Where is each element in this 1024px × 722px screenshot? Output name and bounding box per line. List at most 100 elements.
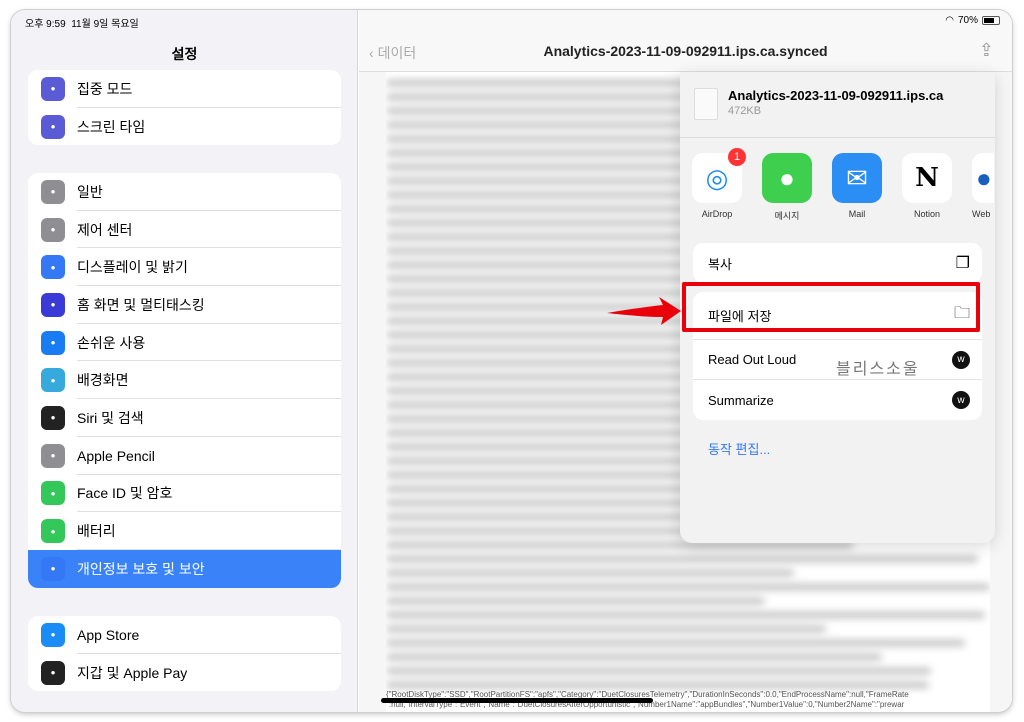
- pencil-icon: •: [41, 443, 65, 468]
- sidebar-item-label: Siri 및 검색: [77, 409, 144, 426]
- sidebar-item[interactable]: • Apple Pencil: [28, 437, 341, 475]
- status-indicators: ◠ 70%: [945, 15, 1000, 26]
- battery-icon: •: [41, 519, 65, 544]
- app-icon: w: [952, 391, 970, 409]
- app-label: Web: [972, 209, 991, 219]
- blurred-line: [386, 570, 795, 576]
- sidebar-item-label: 스크린 타임: [77, 118, 146, 135]
- sidebar-item-label: 지갑 및 Apple Pay: [77, 664, 188, 681]
- app-icon: w: [952, 350, 970, 369]
- web-icon: ●: [972, 153, 994, 203]
- file-size: 472KB: [728, 105, 762, 117]
- sidebar-item[interactable]: • 일반: [28, 173, 341, 211]
- grid-icon: •: [41, 292, 65, 317]
- sidebar-item[interactable]: • 집중 모드: [28, 70, 341, 108]
- action-summarize[interactable]: Summarize w: [693, 380, 982, 420]
- text-size-icon: •: [41, 255, 65, 280]
- highlight-box: [682, 282, 980, 332]
- time: 오후 9:59: [25, 19, 66, 30]
- notion-icon: N: [902, 153, 952, 203]
- sidebar-item-label: 일반: [77, 183, 103, 200]
- app-label: Notion: [913, 209, 940, 219]
- sidebar-item[interactable]: • 홈 화면 및 멀티태스킹: [28, 286, 341, 324]
- file-name: Analytics-2023-11-09-092911.ips.ca: [728, 88, 944, 103]
- nav-bar: ◠ 70% ‹ 데이터 Analytics-2023-11-09-092911.i…: [359, 10, 1012, 72]
- sidebar-item-label: 개인정보 보호 및 보안: [77, 560, 205, 577]
- hourglass-icon: •: [41, 114, 65, 139]
- faceid-icon: •: [41, 481, 65, 506]
- sidebar-item-label: 홈 화면 및 멀티태스킹: [77, 296, 205, 313]
- sidebar-item[interactable]: • 스크린 타임: [28, 108, 341, 146]
- share-icon[interactable]: ⇪: [979, 40, 994, 61]
- hand-icon: •: [41, 556, 65, 581]
- mail-icon: ✉: [832, 153, 882, 203]
- sidebar-item[interactable]: • 배터리: [28, 512, 341, 550]
- sidebar-item[interactable]: • 배경화면: [28, 361, 341, 399]
- sidebar-item[interactable]: • 손쉬운 사용: [28, 324, 341, 362]
- blurred-line: [386, 640, 966, 646]
- sidebar-title: 설정: [171, 46, 198, 62]
- app-label: 메시지: [774, 211, 800, 221]
- blurred-line: [386, 626, 826, 632]
- sidebar-item[interactable]: • 지갑 및 Apple Pay: [28, 654, 341, 692]
- sidebar-item[interactable]: • 개인정보 보호 및 보안: [28, 549, 341, 588]
- share-app-airdrop[interactable]: ◎ 1 AirDrop: [692, 148, 746, 222]
- share-app-mail[interactable]: ✉ Mail: [832, 153, 882, 222]
- moon-icon: •: [41, 76, 65, 101]
- blurred-line: [386, 654, 882, 660]
- wallet-icon: •: [41, 660, 65, 685]
- share-app-web[interactable]: ● Web: [972, 153, 994, 222]
- date: 11월 9일 목요일: [71, 19, 139, 30]
- sidebar-item[interactable]: • 제어 센터: [28, 211, 341, 249]
- app-label: Mail: [848, 209, 866, 219]
- sidebar-item-label: 배터리: [77, 523, 116, 540]
- file-header: Analytics-2023-11-09-092911.ips.ca 472KB: [694, 88, 943, 120]
- battery-percent: 70%: [957, 15, 978, 26]
- action-label: 복사: [708, 256, 732, 272]
- file-icon: [694, 88, 718, 120]
- accessibility-icon: •: [41, 330, 65, 355]
- sidebar-item-label: Face ID 및 암호: [77, 485, 173, 502]
- settings-sidebar: 오후 9:59 11월 9일 목요일 설정 • 집중 모드 • 스크린 타임 • 일반 •…: [11, 10, 358, 712]
- status-time-date: 오후 9:59 11월 9일 목요일: [25, 15, 139, 30]
- sidebar-item-label: App Store: [77, 626, 140, 643]
- blurred-line: [386, 682, 929, 688]
- blurred-line: [386, 556, 978, 562]
- siri-icon: •: [41, 405, 65, 430]
- document-title: Analytics-2023-11-09-092911.ips.ca.synce…: [543, 43, 828, 59]
- action-label: Read Out Loud: [708, 352, 797, 367]
- sidebar-item[interactable]: • 디스플레이 및 밝기: [28, 248, 341, 286]
- sidebar-item-label: 집중 모드: [77, 80, 133, 97]
- appstore-icon: •: [41, 622, 65, 647]
- battery-icon: [982, 16, 1000, 25]
- app-label: AirDrop: [701, 209, 733, 219]
- edit-actions-link[interactable]: 동작 편집...: [708, 439, 770, 458]
- copy-icon: ❐: [955, 255, 970, 272]
- sidebar-item[interactable]: • Siri 및 검색: [28, 399, 341, 437]
- sidebar-item-label: 디스플레이 및 밝기: [77, 259, 188, 276]
- red-arrow-icon: [607, 297, 681, 325]
- divider: [680, 137, 995, 138]
- settings-group-2: • 일반 • 제어 센터 • 디스플레이 및 밝기 • 홈 화면 및 멀티태스킹 • 손쉬운 사용…: [28, 173, 341, 588]
- sidebar-item[interactable]: • Face ID 및 암호: [28, 475, 341, 513]
- notification-badge: 1: [728, 148, 746, 166]
- share-app-notion[interactable]: N Notion: [902, 153, 952, 222]
- flower-icon: •: [41, 368, 65, 393]
- share-app-messages[interactable]: ● 메시지: [762, 153, 812, 222]
- sidebar-item[interactable]: • App Store: [28, 616, 341, 654]
- toggles-icon: •: [41, 217, 65, 242]
- messages-icon: ●: [762, 153, 812, 203]
- blurred-line: [386, 598, 765, 604]
- sidebar-item-label: Apple Pencil: [77, 447, 155, 464]
- share-apps-row: ◎ 1 AirDrop ● 메시지 ✉ Mail N Notion ● Web: [692, 148, 994, 222]
- sidebar-item-label: 손쉬운 사용: [77, 334, 146, 351]
- action-label: Summarize: [708, 392, 774, 408]
- settings-group-3: • App Store • 지갑 및 Apple Pay: [28, 616, 341, 692]
- action-copy[interactable]: 복사 ❐: [693, 243, 982, 283]
- wifi-icon: ◠: [945, 15, 954, 26]
- blurred-line: [386, 612, 986, 618]
- sidebar-item-label: 제어 센터: [77, 221, 133, 238]
- blurred-line: [386, 668, 931, 674]
- blurred-line: [386, 584, 990, 590]
- gear-icon: •: [41, 179, 65, 204]
